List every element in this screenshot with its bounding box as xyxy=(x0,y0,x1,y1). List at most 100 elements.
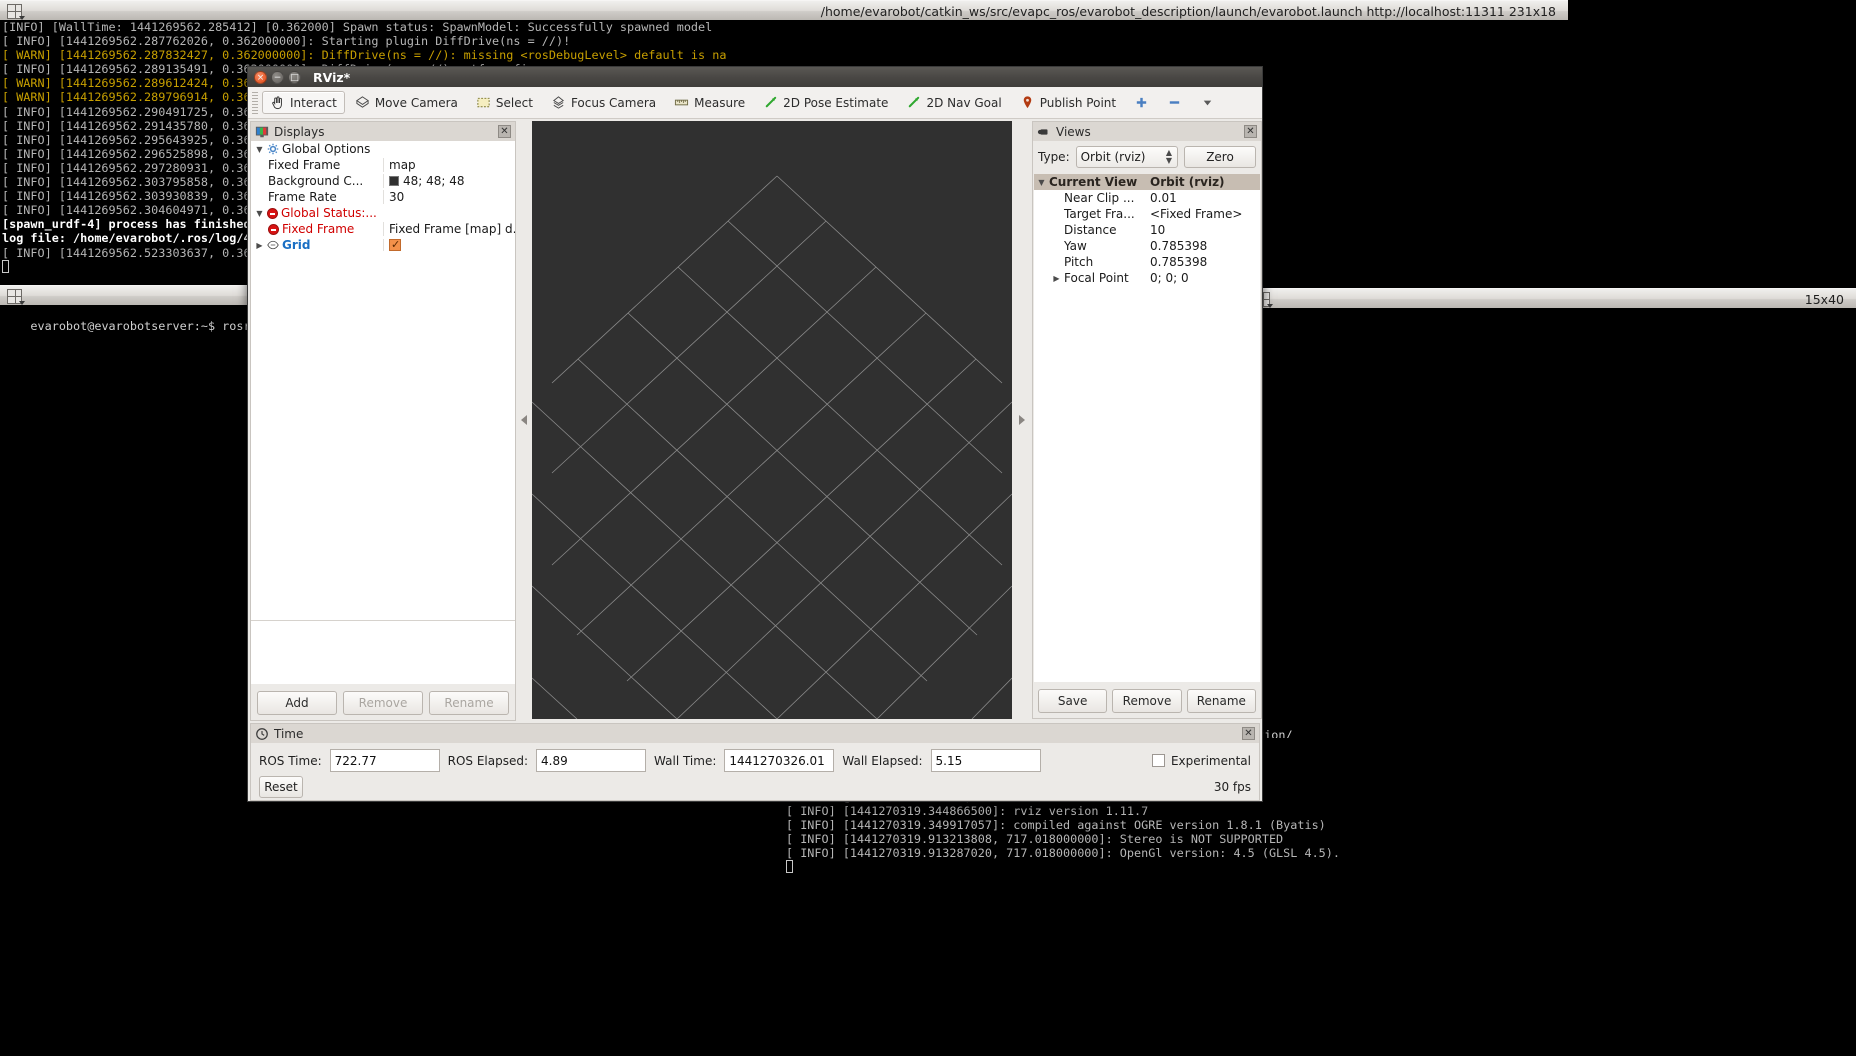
display-row-label: Frame Rate xyxy=(268,190,337,204)
reset-button[interactable]: Reset xyxy=(259,776,303,798)
rename-view-button[interactable]: Rename xyxy=(1187,689,1256,713)
display-tree-row[interactable]: ▶Grid xyxy=(251,237,515,253)
rviz-titlebar[interactable]: × − □ RViz* xyxy=(248,67,1262,87)
tool-select[interactable]: Select xyxy=(468,91,541,114)
displays-icon xyxy=(255,125,269,139)
view-type-select[interactable]: Orbit (rviz) ▲▼ xyxy=(1076,146,1178,168)
display-row-label: Background C... xyxy=(268,174,363,188)
desktop-root: /home/evarobot/catkin_ws/src/evapc_ros/e… xyxy=(0,0,1856,1056)
close-icon[interactable]: ✕ xyxy=(1242,727,1255,740)
views-tree[interactable]: ▼Current ViewOrbit (rviz)Near Clip ...0.… xyxy=(1034,174,1260,682)
time-field-input[interactable]: 4.89 xyxy=(536,749,646,772)
tool-minus[interactable] xyxy=(1159,91,1190,114)
tree-twisty[interactable]: ▼ xyxy=(1037,178,1046,187)
experimental-checkbox[interactable] xyxy=(1152,754,1165,767)
toolbar-grip[interactable] xyxy=(252,92,258,114)
add-display-button[interactable]: Add xyxy=(257,691,337,715)
right-terminal-body[interactable]: ition/$ lsurdfworlds$ cd xyxy=(1248,308,1856,738)
zero-button[interactable]: Zero xyxy=(1184,146,1256,168)
display-row-label: Global Status:... xyxy=(281,206,377,220)
select-box-icon xyxy=(476,95,491,110)
tree-twisty[interactable]: ▶ xyxy=(1052,274,1061,283)
view-tree-row[interactable]: Yaw0.785398 xyxy=(1034,238,1260,254)
tool-measure[interactable]: Measure xyxy=(666,91,753,114)
display-tree-row[interactable]: Fixed Framemap xyxy=(251,157,515,173)
tool-label: Publish Point xyxy=(1040,96,1116,110)
view-tree-row[interactable]: ▼Current ViewOrbit (rviz) xyxy=(1034,174,1260,190)
view-type-value: Orbit (rviz) xyxy=(1081,150,1146,164)
green-arrow-icon xyxy=(763,95,778,110)
terminal-tab-icon[interactable] xyxy=(7,4,22,19)
left-splitter[interactable] xyxy=(518,121,530,719)
terminal-log-line: [INFO] [WallTime: 1441269562.285412] [0.… xyxy=(2,20,1566,34)
tool-publish-point[interactable]: Publish Point xyxy=(1012,91,1124,114)
time-panel: Time ✕ ROS Time:722.77ROS Elapsed:4.89Wa… xyxy=(250,723,1260,801)
time-field-label: Wall Time: xyxy=(654,754,716,768)
top-terminal-titlebar[interactable]: /home/evarobot/catkin_ws/src/evapc_ros/e… xyxy=(0,0,1568,21)
view-row-value: 0.785398 xyxy=(1150,255,1207,269)
tool-focus-camera[interactable]: Focus Camera xyxy=(543,91,664,114)
display-tree-row[interactable]: Background C...48; 48; 48 xyxy=(251,173,515,189)
right-splitter[interactable] xyxy=(1014,121,1030,719)
view-tree-row[interactable]: Pitch0.785398 xyxy=(1034,254,1260,270)
tool-label: Move Camera xyxy=(375,96,458,110)
view-tree-row[interactable]: Target Fra...<Fixed Frame> xyxy=(1034,206,1260,222)
display-tree-row[interactable]: Fixed FrameFixed Frame [map] d... xyxy=(251,221,515,237)
color-swatch[interactable] xyxy=(389,176,399,186)
tool-2d-pose-estimate[interactable]: 2D Pose Estimate xyxy=(755,91,896,114)
clock-icon xyxy=(255,727,269,741)
displays-tree[interactable]: ▼Global OptionsFixed FramemapBackground … xyxy=(251,141,515,620)
mid-terminal-titlebar[interactable] xyxy=(0,285,248,306)
rviz-toolbar: Interact Move Camera SelectFocus Camera Mea… xyxy=(248,87,1262,119)
tree-twisty[interactable]: ▼ xyxy=(255,145,264,154)
display-row-label: Fixed Frame xyxy=(268,158,340,172)
view-tree-row[interactable]: ▶Focal Point0; 0; 0 xyxy=(1034,270,1260,286)
tool-2d-nav-goal[interactable]: 2D Nav Goal xyxy=(898,91,1009,114)
time-field-input[interactable]: 1441270326.01 xyxy=(724,749,834,772)
time-field-input[interactable]: 722.77 xyxy=(330,749,440,772)
view-tree-row[interactable]: Near Clip ...0.01 xyxy=(1034,190,1260,206)
terminal-log-line: [ WARN] [1441269562.287832427, 0.3620000… xyxy=(2,48,1566,62)
display-tree-row[interactable]: ▼Global Options xyxy=(251,141,515,157)
tool-move-camera[interactable]: Move Camera xyxy=(347,91,466,114)
time-panel-title: Time xyxy=(274,727,1242,741)
time-bottom-row: Reset 30 fps xyxy=(251,774,1259,800)
chevron-updown-icon[interactable]: ▲▼ xyxy=(1166,149,1172,165)
remove-view-button[interactable]: Remove xyxy=(1112,689,1181,713)
close-icon[interactable]: × xyxy=(254,71,267,84)
move-camera-icon xyxy=(355,95,370,110)
focus-camera-icon xyxy=(551,95,566,110)
close-icon[interactable]: ✕ xyxy=(1244,125,1257,138)
tool-interact[interactable]: Interact xyxy=(262,91,345,114)
tool-chevron-down[interactable] xyxy=(1192,91,1223,114)
3d-viewport[interactable] xyxy=(532,121,1012,719)
tool-label: Measure xyxy=(694,96,745,110)
time-field-input[interactable]: 5.15 xyxy=(931,749,1041,772)
visibility-checkbox[interactable] xyxy=(389,239,401,251)
experimental-toggle[interactable]: Experimental xyxy=(1152,754,1251,768)
tree-twisty[interactable]: ▶ xyxy=(255,241,264,250)
views-panel-header: Views ✕ xyxy=(1033,122,1261,141)
tool-label: Interact xyxy=(290,96,337,110)
mid-terminal-body[interactable]: evarobot@evarobotserver:~$ rosrun rv xyxy=(0,305,248,1056)
maximize-icon[interactable]: □ xyxy=(288,71,301,84)
save-view-button[interactable]: Save xyxy=(1038,689,1107,713)
right-terminal-title: 15x40 xyxy=(1270,292,1852,307)
view-row-label: Yaw xyxy=(1064,239,1087,253)
display-tree-row[interactable]: Frame Rate 30 xyxy=(251,189,515,205)
ruler-icon xyxy=(674,95,689,110)
close-icon[interactable]: ✕ xyxy=(498,125,511,138)
bottom-terminal-body[interactable]: evarobot@evarobotserver:~$ rosrun rviz r… xyxy=(784,790,1856,1056)
display-tree-row[interactable]: ▼ Global Status:... xyxy=(251,205,515,221)
eye-icon xyxy=(267,239,279,251)
tool-plus[interactable] xyxy=(1126,91,1157,114)
terminal-tab-icon[interactable] xyxy=(7,289,22,304)
mid-terminal-prompt: evarobot@evarobotserver:~$ rosrun rv xyxy=(30,319,248,333)
view-tree-row[interactable]: Distance10 xyxy=(1034,222,1260,238)
display-row-value: 30 xyxy=(389,190,404,204)
minimize-icon[interactable]: − xyxy=(271,71,284,84)
remove-display-button: Remove xyxy=(343,691,423,715)
view-row-label: Current View xyxy=(1049,175,1137,189)
tree-twisty[interactable]: ▼ xyxy=(255,209,264,218)
right-terminal-titlebar[interactable]: 15x40 xyxy=(1248,288,1856,309)
